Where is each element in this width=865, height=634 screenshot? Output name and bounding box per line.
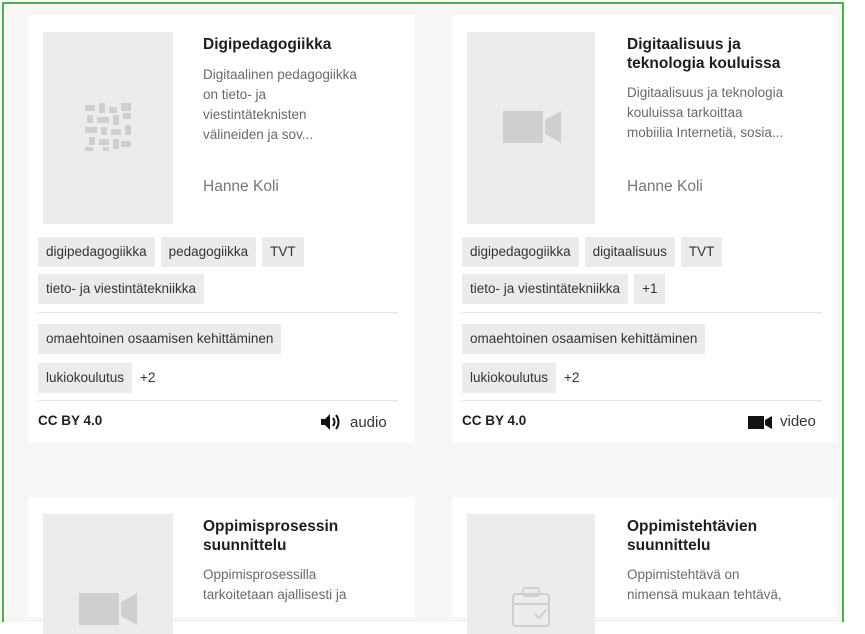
card-author[interactable]: Hanne Koli	[203, 177, 279, 197]
more-tags-badge[interactable]: +2	[138, 363, 158, 393]
material-card[interactable]: Oppimisprosessin suunnittelu Oppimispros…	[28, 497, 415, 634]
tag-list: digipedagogiikka pedagogiikka TVT	[38, 237, 304, 267]
material-card[interactable]: Oppimistehtävien suunnittelu Oppimisteht…	[452, 497, 837, 634]
clipboard-check-icon	[512, 587, 550, 627]
tag[interactable]: tieto- ja viestintätekniikka	[462, 274, 629, 304]
tag[interactable]: omaehtoinen osaamisen kehittäminen	[462, 324, 706, 354]
card-thumbnail	[467, 514, 595, 634]
divider	[38, 400, 398, 401]
tag-list: digipedagogiikka digitaalisuus TVT	[462, 237, 723, 267]
tag-list: lukiokoulutus +2	[462, 363, 582, 393]
card-thumbnail	[467, 32, 595, 224]
tag[interactable]: TVT	[262, 237, 304, 267]
tag-list: tieto- ja viestintätekniikka	[38, 274, 205, 304]
tag[interactable]: omaehtoinen osaamisen kehittäminen	[38, 324, 282, 354]
card-description: Oppimisprosessilla tarkoitetaan ajallise…	[203, 567, 347, 602]
tag[interactable]: pedagogiikka	[160, 237, 257, 267]
license-label: CC BY 4.0	[462, 413, 527, 428]
tag[interactable]: lukiokoulutus	[38, 363, 133, 393]
card-description: Digitaalinen pedagogiikka on tieto- ja v…	[203, 67, 357, 142]
tag-list: tieto- ja viestintätekniikka +1	[462, 274, 666, 304]
tag-list: lukiokoulutus +2	[38, 363, 158, 393]
tag[interactable]: lukiokoulutus	[462, 363, 557, 393]
media-type: audio	[320, 413, 387, 431]
tag[interactable]: TVT	[680, 237, 723, 267]
video-camera-icon	[748, 415, 772, 429]
tag[interactable]: digitaalisuus	[584, 237, 675, 267]
card-thumbnail	[43, 32, 173, 224]
more-tags-badge[interactable]: +1	[634, 274, 666, 304]
media-type-label: video	[780, 413, 816, 430]
divider	[462, 400, 822, 401]
tag-list: omaehtoinen osaamisen kehittäminen	[462, 324, 706, 354]
card-description: Digitaalisuus ja teknologia kouluissa ta…	[627, 85, 784, 140]
speaker-icon	[321, 414, 340, 430]
tag[interactable]: digipedagogiikka	[38, 237, 155, 267]
card-title[interactable]: Digitaalisuus ja teknologia kouluissa	[627, 35, 827, 73]
video-camera-icon	[79, 593, 137, 625]
tag[interactable]: tieto- ja viestintätekniikka	[38, 274, 205, 304]
qr-placeholder-icon	[85, 103, 131, 151]
tag[interactable]: digipedagogiikka	[462, 237, 579, 267]
divider	[462, 312, 822, 313]
license-label: CC BY 4.0	[38, 413, 103, 428]
scrollbar[interactable]	[848, 0, 865, 606]
card-author[interactable]: Hanne Koli	[627, 177, 703, 197]
more-tags-badge[interactable]: +2	[562, 363, 582, 393]
divider	[38, 312, 398, 313]
material-card[interactable]: Digipedagogiikka Digitaalinen pedagogiik…	[28, 15, 415, 443]
card-title[interactable]: Oppimistehtävien suunnittelu	[627, 517, 827, 555]
media-type: video	[748, 413, 816, 430]
card-thumbnail	[43, 514, 173, 634]
material-card[interactable]: Digitaalisuus ja teknologia kouluissa Di…	[452, 15, 837, 443]
tag-list: omaehtoinen osaamisen kehittäminen	[38, 324, 282, 354]
video-camera-icon	[503, 111, 561, 143]
card-title[interactable]: Digipedagogiikka	[203, 35, 403, 54]
card-title[interactable]: Oppimisprosessin suunnittelu	[203, 517, 403, 555]
media-type-label: audio	[350, 413, 387, 431]
card-description: Oppimistehtävä on nimensä mukaan tehtävä…	[627, 567, 782, 602]
